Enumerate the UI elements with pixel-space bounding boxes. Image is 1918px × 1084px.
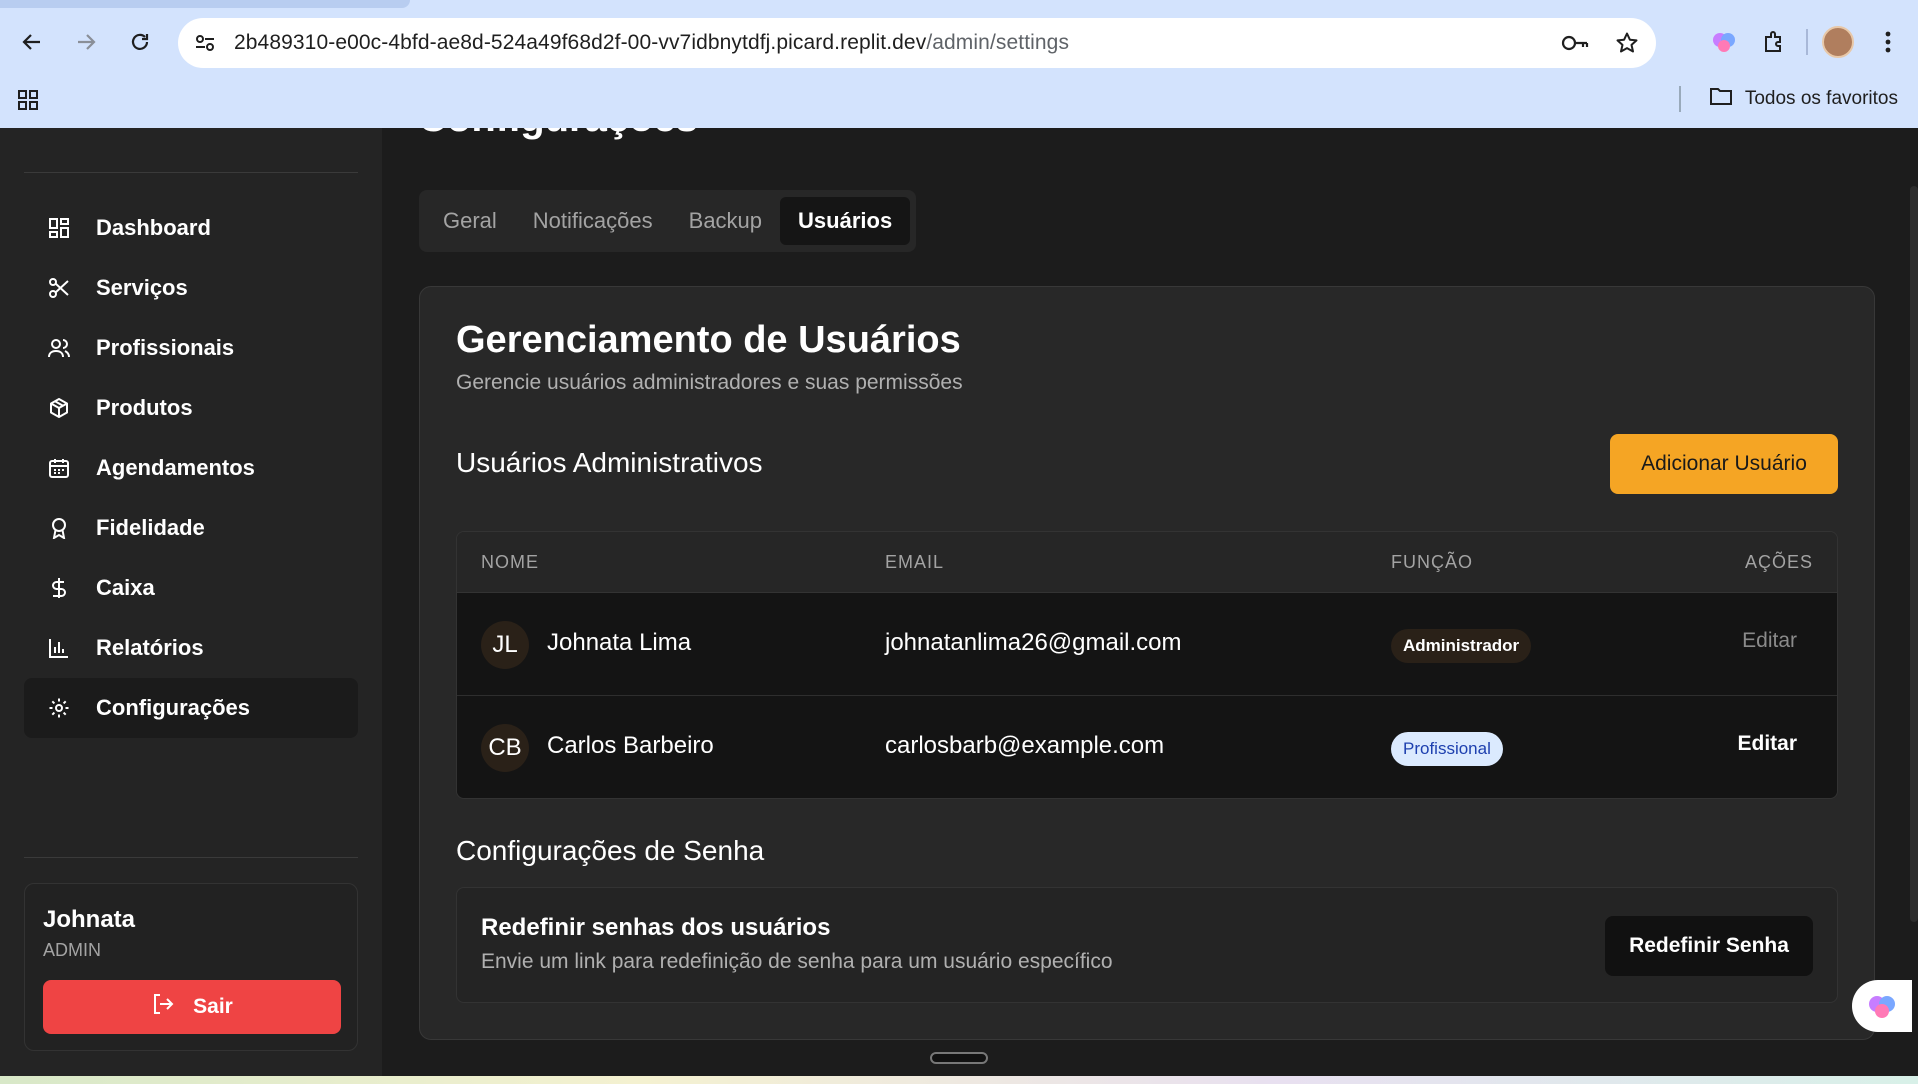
- avatar: CB: [481, 724, 529, 772]
- sidebar-item-label: Agendamentos: [96, 455, 255, 480]
- tab-geral[interactable]: Geral: [425, 197, 515, 245]
- gear-icon: [46, 695, 72, 721]
- logout-button[interactable]: Sair: [43, 980, 341, 1034]
- calendar-icon: [46, 455, 72, 481]
- sidebar-item-label: Configurações: [96, 695, 251, 720]
- settings-tabs: Geral Notificações Backup Usuários: [419, 190, 917, 252]
- add-user-button[interactable]: Adicionar Usuário: [1610, 434, 1838, 494]
- url-host: 2b489310-e00c-4bfd-ae8d-524a49f68d2f-00-…: [234, 31, 927, 54]
- password-reset-box: Redefinir senhas dos usuários Envie um l…: [456, 887, 1838, 1003]
- admins-section-title: Usuários Administrativos: [456, 447, 763, 478]
- tab-notificacoes[interactable]: Notificações: [515, 197, 671, 245]
- all-bookmarks[interactable]: Todos os favoritos: [1678, 86, 1898, 112]
- key-icon[interactable]: [1558, 26, 1592, 60]
- column-header-email: EMAIL: [885, 552, 945, 572]
- url-text: 2b489310-e00c-4bfd-ae8d-524a49f68d2f-00-…: [234, 31, 1069, 55]
- card-subtitle: Gerencie usuários administradores e suas…: [456, 371, 963, 394]
- page-title: Configurações: [418, 128, 698, 141]
- reset-password-button[interactable]: Redefinir Senha: [1605, 916, 1813, 976]
- user-card: Johnata ADMIN Sair: [24, 883, 358, 1051]
- dollar-icon: [46, 575, 72, 601]
- dashboard-icon: [46, 215, 72, 241]
- folder-icon: [1709, 86, 1733, 112]
- tab-backup[interactable]: Backup: [671, 197, 780, 245]
- bookmarks-bar: Todos os favoritos: [0, 80, 1918, 124]
- menu-kebab-icon[interactable]: [1868, 22, 1908, 62]
- extensions-icon[interactable]: [1754, 22, 1794, 62]
- brain-extension-icon[interactable]: [1704, 22, 1744, 62]
- address-bar[interactable]: 2b489310-e00c-4bfd-ae8d-524a49f68d2f-00-…: [178, 18, 1656, 68]
- logout-icon: [151, 992, 175, 1022]
- sidebar: Dashboard Serviços Profissionais Produto…: [0, 128, 382, 1084]
- sidebar-item-configuracoes[interactable]: Configurações: [24, 678, 358, 738]
- avatar: JL: [481, 621, 529, 669]
- password-reset-description: Envie um link para redefinição de senha …: [481, 950, 1113, 973]
- edit-button[interactable]: Editar: [1737, 732, 1797, 756]
- card-title: Gerenciamento de Usuários: [456, 319, 961, 361]
- browser-tab-strip: [0, 0, 410, 8]
- user-name-cell: Johnata Lima: [547, 629, 692, 656]
- sidebar-item-caixa[interactable]: Caixa: [24, 558, 358, 618]
- bookmarks-label: Todos os favoritos: [1744, 88, 1898, 109]
- user-role: ADMIN: [43, 940, 101, 960]
- edit-button[interactable]: Editar: [1742, 629, 1797, 653]
- drag-handle[interactable]: [930, 1052, 988, 1064]
- sidebar-item-produtos[interactable]: Produtos: [24, 378, 358, 438]
- column-header-role: FUNÇÃO: [1391, 552, 1473, 572]
- role-badge: Administrador: [1391, 629, 1532, 663]
- url-path: /admin/settings: [926, 31, 1070, 54]
- site-settings-icon[interactable]: [188, 26, 222, 60]
- forward-icon[interactable]: [68, 24, 104, 60]
- sidebar-item-label: Produtos: [96, 395, 193, 420]
- sidebar-item-label: Relatórios: [96, 635, 204, 660]
- table-row: JL Johnata Lima johnatanlima26@gmail.com…: [457, 593, 1837, 696]
- scissors-icon: [46, 275, 72, 301]
- star-icon[interactable]: [1610, 26, 1644, 60]
- sidebar-item-profissionais[interactable]: Profissionais: [24, 318, 358, 378]
- logout-label: Sair: [193, 995, 233, 1018]
- users-icon: [46, 335, 72, 361]
- package-icon: [46, 395, 72, 421]
- sidebar-item-dashboard[interactable]: Dashboard: [24, 198, 358, 258]
- sidebar-divider-top: [24, 172, 358, 173]
- sidebar-item-relatorios[interactable]: Relatórios: [24, 618, 358, 678]
- sidebar-item-fidelidade[interactable]: Fidelidade: [24, 498, 358, 558]
- back-icon[interactable]: [14, 24, 50, 60]
- password-section-title: Configurações de Senha: [456, 835, 765, 866]
- user-name-cell: Carlos Barbeiro: [547, 732, 714, 759]
- scrollbar[interactable]: [1910, 186, 1918, 922]
- user-email-cell: carlosbarb@example.com: [885, 732, 1165, 759]
- user-name: Johnata: [43, 906, 136, 933]
- tab-usuarios[interactable]: Usuários: [780, 197, 911, 245]
- browser-chrome: 2b489310-e00c-4bfd-ae8d-524a49f68d2f-00-…: [0, 0, 1918, 128]
- profile-avatar[interactable]: [1818, 22, 1858, 62]
- sidebar-item-agendamentos[interactable]: Agendamentos: [24, 438, 358, 498]
- sidebar-divider-bottom: [24, 857, 358, 858]
- sidebar-menu: Dashboard Serviços Profissionais Produto…: [24, 198, 358, 738]
- bar-chart-icon: [46, 635, 72, 661]
- sidebar-item-label: Dashboard: [96, 215, 211, 240]
- apps-grid-icon[interactable]: [16, 88, 44, 116]
- column-header-name: NOME: [481, 552, 539, 572]
- sidebar-item-servicos[interactable]: Serviços: [24, 258, 358, 318]
- user-email-cell: johnatanlima26@gmail.com: [885, 629, 1182, 656]
- main-content: Configurações Geral Notificações Backup …: [382, 128, 1918, 1084]
- sidebar-item-label: Fidelidade: [96, 515, 205, 540]
- table-header: NOME EMAIL FUNÇÃO AÇÕES: [457, 532, 1837, 593]
- sidebar-item-label: Caixa: [96, 575, 155, 600]
- users-table: NOME EMAIL FUNÇÃO AÇÕES JL Johnata Lima …: [456, 531, 1838, 799]
- table-row: CB Carlos Barbeiro carlosbarb@example.co…: [457, 696, 1837, 798]
- sidebar-item-label: Serviços: [96, 275, 188, 300]
- bottom-strip: [0, 1076, 1918, 1084]
- password-reset-title: Redefinir senhas dos usuários: [481, 914, 831, 941]
- sidebar-item-label: Profissionais: [96, 335, 235, 360]
- users-card: Gerenciamento de Usuários Gerencie usuár…: [419, 286, 1875, 1040]
- role-badge: Profissional: [1391, 732, 1503, 766]
- floating-brain-icon[interactable]: [1852, 980, 1912, 1032]
- award-icon: [46, 515, 72, 541]
- toolbar-separator: [1806, 29, 1808, 55]
- reload-icon[interactable]: [122, 24, 158, 60]
- column-header-actions: AÇÕES: [1744, 552, 1813, 572]
